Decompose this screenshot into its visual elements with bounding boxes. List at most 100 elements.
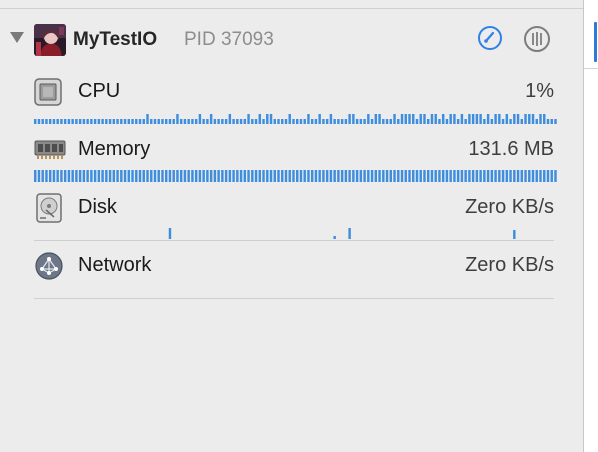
memory-activity-bar: [239, 170, 243, 182]
cpu-activity-bar: [168, 119, 172, 124]
memory-activity-bar: [206, 170, 209, 182]
memory-activity-bar: [479, 170, 482, 182]
gauge-memory[interactable]: Memory 131.6 MB: [34, 134, 554, 164]
memory-activity-bar: [56, 170, 59, 182]
cpu-activity-bar: [314, 119, 318, 124]
memory-activity-bar: [183, 170, 187, 182]
network-globe-icon: [34, 251, 64, 286]
cpu-activity-bar: [258, 114, 262, 124]
cpu-activity-bar: [400, 114, 404, 124]
debug-gauge-button[interactable]: [478, 26, 502, 50]
memory-activity-bar: [93, 170, 97, 182]
memory-activity-bar: [490, 170, 494, 182]
cpu-activity-bar: [120, 119, 123, 124]
memory-activity-bar: [535, 170, 538, 182]
process-row[interactable]: MyTestIO PID 37093: [0, 20, 583, 60]
memory-activity-bar: [438, 170, 441, 182]
cpu-activity-bar: [423, 114, 426, 124]
memory-activity-bar: [494, 170, 497, 182]
memory-activity-bar: [251, 170, 254, 182]
memory-activity-bar: [385, 170, 389, 182]
cpu-activity-bar: [524, 114, 527, 124]
gauge-disk[interactable]: Disk Zero KB/s: [34, 192, 554, 223]
memory-activity-bar: [554, 170, 557, 182]
memory-activity-bar: [404, 170, 407, 182]
cpu-activity-bar: [165, 119, 168, 124]
memory-activity-bar: [75, 170, 78, 182]
cpu-activity-bar: [333, 119, 336, 124]
cpu-activity-bar: [378, 114, 381, 124]
memory-activity-bar: [273, 170, 276, 182]
memory-activity-bar: [135, 170, 138, 182]
disk-activity-bar: [513, 230, 516, 239]
memory-activity-bar: [165, 170, 168, 182]
cpu-activity-bar: [427, 119, 430, 124]
cpu-activity-bar: [501, 119, 505, 124]
memory-activity-bar: [281, 170, 284, 182]
disk-activity-bar: [348, 228, 351, 239]
cpu-activity-bar: [310, 119, 314, 124]
cpu-activity-bar: [550, 119, 553, 124]
cpu-activity-bar: [359, 119, 363, 124]
cpu-activity-bar: [127, 119, 131, 124]
memory-activity-bar: [408, 170, 411, 182]
cpu-activity-bar: [213, 119, 217, 124]
cpu-activity-bar: [97, 119, 101, 124]
memory-activity-bar: [277, 170, 280, 182]
memory-activity-bar: [333, 170, 336, 182]
cpu-activity-bar: [464, 119, 467, 124]
cpu-sparkline: [34, 108, 558, 126]
memory-activity-bar: [389, 170, 393, 182]
cpu-activity-bar: [232, 119, 235, 124]
memory-activity-bar: [82, 170, 86, 182]
app-icon: [34, 24, 66, 56]
memory-activity-bar: [516, 170, 520, 182]
memory-activity-bar: [427, 170, 430, 182]
disclosure-triangle-icon[interactable]: [10, 32, 24, 43]
memory-activity-bar: [546, 170, 550, 182]
memory-activity-bar: [464, 170, 467, 182]
memory-activity-bar: [352, 170, 355, 182]
memory-activity-bar: [243, 170, 247, 182]
memory-activity-bar: [344, 170, 348, 182]
memory-activity-bar: [434, 170, 437, 182]
memory-activity-bar: [468, 170, 471, 182]
memory-activity-bar: [531, 170, 535, 182]
cpu-activity-bar: [404, 114, 407, 124]
gauge-network[interactable]: Network Zero KB/s: [34, 250, 554, 280]
memory-activity-bar: [359, 170, 363, 182]
cpu-activity-bar: [516, 114, 520, 124]
hard-disk-icon: [34, 193, 64, 228]
memory-activity-bar: [415, 170, 419, 182]
cpu-activity-bar: [528, 114, 531, 124]
memory-activity-bar: [202, 170, 205, 182]
cpu-activity-bar: [445, 119, 449, 124]
cpu-activity-bar: [471, 114, 475, 124]
cpu-activity-bar: [112, 119, 116, 124]
cpu-activity-bar: [161, 119, 164, 124]
cpu-activity-bar: [142, 119, 145, 124]
cpu-activity-bar: [543, 114, 546, 124]
memory-activity-bar: [78, 170, 82, 182]
disk-activity-bar: [168, 228, 172, 239]
cpu-activity-bar: [224, 119, 228, 124]
cpu-activity-bar: [374, 114, 378, 124]
cpu-activity-bar: [90, 119, 93, 124]
thread-pause-button[interactable]: [524, 26, 550, 52]
gauge-cpu[interactable]: CPU 1%: [34, 76, 554, 106]
memory-activity-bar: [112, 170, 116, 182]
cpu-activity-bar: [393, 114, 396, 124]
cpu-activity-bar: [138, 119, 142, 124]
memory-activity-bar: [97, 170, 101, 182]
memory-activity-bar: [513, 170, 516, 182]
cpu-activity-bar: [194, 119, 198, 124]
memory-activity-bar: [108, 170, 112, 182]
cpu-activity-bar: [329, 114, 333, 124]
memory-activity-bar: [138, 170, 142, 182]
cpu-activity-bar: [60, 119, 63, 124]
memory-activity-bar: [539, 170, 542, 182]
memory-activity-bar: [397, 170, 400, 182]
memory-activity-bar: [194, 170, 198, 182]
cpu-activity-bar: [116, 119, 119, 124]
memory-activity-bar: [423, 170, 426, 182]
